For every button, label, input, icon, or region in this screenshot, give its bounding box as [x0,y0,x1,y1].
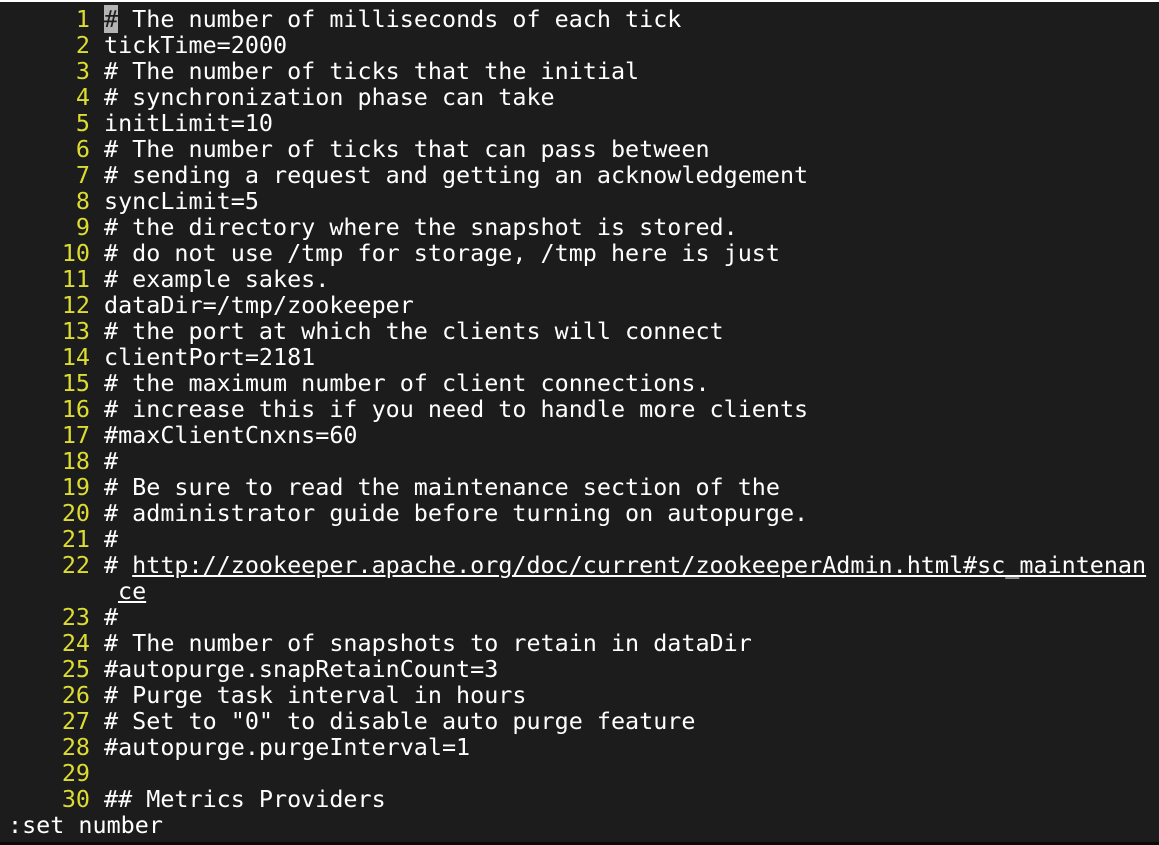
editor-line-16[interactable]: 16 # increase this if you need to handle … [0,396,1159,422]
editor-line-9[interactable]: 9 # the directory where the snapshot is s… [0,214,1159,240]
line-number: 2 [75,31,90,59]
line-number: 29 [61,759,90,787]
editor-line-2[interactable]: 2 tickTime=2000 [0,32,1159,58]
line-text[interactable]: # The number of snapshots to retain in d… [104,629,752,657]
line-number: 27 [61,707,90,735]
editor-line-5[interactable]: 5 initLimit=10 [0,110,1159,136]
line-number: 30 [61,785,90,813]
line-text[interactable]: # synchronization phase can take [104,83,555,111]
line-number: 18 [61,447,90,475]
line-text[interactable]: # [104,447,118,475]
editor-line-17[interactable]: 17 #maxClientCnxns=60 [0,422,1159,448]
editor-line-8[interactable]: 8 syncLimit=5 [0,188,1159,214]
line-number: 13 [61,317,90,345]
editor-line-15[interactable]: 15 # the maximum number of client connect… [0,370,1159,396]
line-text[interactable]: # the port at which the clients will con… [104,317,724,345]
line-number: 8 [75,187,90,215]
editor-line-4[interactable]: 4 # synchronization phase can take [0,84,1159,110]
line-text[interactable]: #autopurge.purgeInterval=1 [104,733,470,761]
editor-line-10[interactable]: 10 # do not use /tmp for storage, /tmp he… [0,240,1159,266]
editor-line-3[interactable]: 3 # The number of ticks that the initial [0,58,1159,84]
line-text[interactable]: # Set to "0" to disable auto purge featu… [104,707,695,735]
line-text[interactable]: # administrator guide before turning on … [104,499,808,527]
line-number: 11 [61,265,90,293]
line-number: 26 [61,681,90,709]
line-text[interactable]: # The number of ticks that the initial [104,57,639,85]
window-top-border [0,0,1159,2]
editor-line-27[interactable]: 27 # Set to "0" to disable auto purge fea… [0,708,1159,734]
line-text[interactable]: # [104,525,118,553]
editor-line-12[interactable]: 12 dataDir=/tmp/zookeeper [0,292,1159,318]
editor-line-30[interactable]: 30 ## Metrics Providers [0,786,1159,812]
line-text[interactable]: clientPort=2181 [104,343,315,371]
line-number: 23 [61,603,90,631]
line-text[interactable]: # The number of ticks that can pass betw… [104,135,710,163]
line-number: 1 [75,5,90,33]
line-number: 20 [61,499,90,527]
editor-line-18[interactable]: 18 # [0,448,1159,474]
line-number: 28 [61,733,90,761]
line-text[interactable]: # http://zookeeper.apache.org/doc/curren… [104,551,1146,579]
line-number: 25 [61,655,90,683]
line-text-content: The number of milliseconds of each tick [118,5,682,33]
line-number: 22 [61,551,90,579]
line-number: 19 [61,473,90,501]
line-text[interactable]: # increase this if you need to handle mo… [104,395,808,423]
line-number: 12 [61,291,90,319]
editor-line-7[interactable]: 7 # sending a request and getting an ackn… [0,162,1159,188]
line-text[interactable]: # Be sure to read the maintenance sectio… [104,473,780,501]
command-line[interactable]: :set number [8,812,163,838]
line-number: 5 [75,109,90,137]
line-text[interactable]: # the directory where the snapshot is st… [104,213,738,241]
line-text[interactable]: # [104,603,118,631]
editor-line-22-wrap[interactable]: ce [0,578,1159,604]
line-text[interactable]: # do not use /tmp for storage, /tmp here… [104,239,780,267]
editor-line-6[interactable]: 6 # The number of ticks that can pass bet… [0,136,1159,162]
editor-line-23[interactable]: 23 # [0,604,1159,630]
line-number: 9 [75,213,90,241]
line-text[interactable]: ## Metrics Providers [104,785,386,813]
line-text[interactable]: syncLimit=5 [104,187,259,215]
line-number: 4 [75,83,90,111]
editor-line-25[interactable]: 25 #autopurge.snapRetainCount=3 [0,656,1159,682]
url-link-continuation[interactable]: ce [118,577,146,605]
line-text[interactable]: # the maximum number of client connectio… [104,369,710,397]
line-text[interactable]: # example sakes. [104,265,329,293]
text-editor[interactable]: 1 # The number of milliseconds of each ti… [0,5,1159,812]
line-number: 3 [75,57,90,85]
editor-line-24[interactable]: 24 # The number of snapshots to retain in… [0,630,1159,656]
text-cursor: # [104,5,119,33]
line-number: 14 [61,343,90,371]
editor-line-14[interactable]: 14 clientPort=2181 [0,344,1159,370]
line-number: 15 [61,369,90,397]
line-text[interactable]: #maxClientCnxns=60 [104,421,357,449]
line-number: 21 [61,525,90,553]
line-number: 16 [61,395,90,423]
line-text[interactable]: #autopurge.snapRetainCount=3 [104,655,498,683]
url-link[interactable]: http://zookeeper.apache.org/doc/current/… [132,551,1146,579]
line-text[interactable]: initLimit=10 [104,109,273,137]
editor-line-19[interactable]: 19 # Be sure to read the maintenance sect… [0,474,1159,500]
editor-line-26[interactable]: 26 # Purge task interval in hours [0,682,1159,708]
line-text[interactable]: dataDir=/tmp/zookeeper [104,291,414,319]
line-text[interactable]: # Purge task interval in hours [104,681,526,709]
editor-line-13[interactable]: 13 # the port at which the clients will c… [0,318,1159,344]
editor-line-21[interactable]: 21 # [0,526,1159,552]
comment-prefix: # [104,551,133,579]
line-number: 7 [75,161,90,189]
line-number: 10 [61,239,90,267]
line-text[interactable]: # sending a request and getting an ackno… [104,161,808,189]
editor-line-29[interactable]: 29 [0,760,1159,786]
editor-line-28[interactable]: 28 #autopurge.purgeInterval=1 [0,734,1159,760]
line-number: 24 [61,629,90,657]
line-number: 17 [61,421,90,449]
editor-line-22[interactable]: 22 # http://zookeeper.apache.org/doc/curr… [0,552,1159,578]
line-number: 6 [75,135,90,163]
line-text[interactable]: # The number of milliseconds of each tic… [104,5,681,33]
editor-line-11[interactable]: 11 # example sakes. [0,266,1159,292]
editor-line-20[interactable]: 20 # administrator guide before turning o… [0,500,1159,526]
line-text[interactable]: tickTime=2000 [104,31,287,59]
editor-line-1[interactable]: 1 # The number of milliseconds of each ti… [0,5,1159,33]
